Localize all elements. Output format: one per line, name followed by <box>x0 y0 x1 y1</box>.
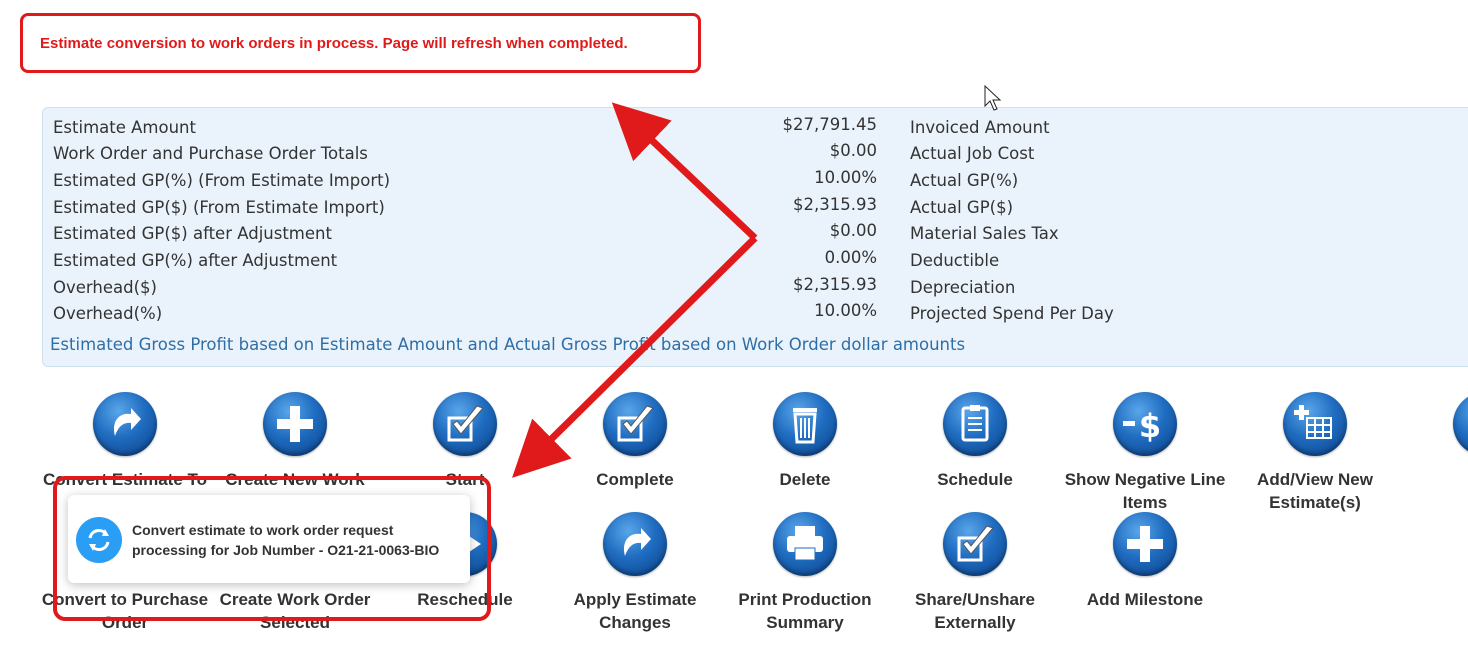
summary-right-label: Material Sales Tax <box>910 224 1059 243</box>
print-production-summary-label: Print Production Summary <box>738 590 872 632</box>
svg-text:$: $ <box>1139 407 1161 445</box>
share-unshare-externally-button[interactable]: Share/Unshare Externally <box>890 512 1060 634</box>
plus-icon <box>1113 512 1177 576</box>
checkmark-icon <box>433 392 497 456</box>
summary-note: Estimated Gross Profit based on Estimate… <box>50 335 966 354</box>
complete-label: Complete <box>596 470 674 489</box>
summary-right-label: Deductible <box>910 251 1000 270</box>
partial-action-label: Pr <box>1400 468 1468 491</box>
checkmark-icon <box>943 512 1007 576</box>
summary-value: $2,315.93 <box>793 275 877 294</box>
summary-right-label: Actual Job Cost <box>910 144 1035 163</box>
summary-right-label: Projected Spend Per Day <box>910 304 1114 323</box>
summary-right-label: Depreciation <box>910 278 1016 297</box>
summary-value: 10.00% <box>814 301 877 320</box>
summary-label: Work Order and Purchase Order Totals <box>53 144 368 163</box>
delete-button[interactable]: Delete <box>720 392 890 491</box>
apply-estimate-changes-label: Apply Estimate Changes <box>573 590 697 632</box>
refresh-icon <box>76 517 122 563</box>
apply-estimate-changes-button[interactable]: Apply Estimate Changes <box>550 512 720 634</box>
delete-label: Delete <box>779 470 831 489</box>
summary-value: $0.00 <box>829 141 877 160</box>
summary-label: Overhead($) <box>53 278 157 297</box>
minus-dollar-icon: $ <box>1113 392 1177 456</box>
printer-icon <box>773 512 837 576</box>
summary-value: 10.00% <box>814 168 877 187</box>
summary-value: $2,315.93 <box>793 195 877 214</box>
complete-button[interactable]: Complete <box>550 392 720 491</box>
redo-arrow-icon <box>603 512 667 576</box>
summary-label: Estimated GP(%) (From Estimate Import) <box>53 171 391 190</box>
show-negative-line-items-label: Show Negative Line Items <box>1064 470 1226 512</box>
toast-message: Convert estimate to work order request p… <box>132 522 440 558</box>
summary-label: Estimate Amount <box>53 118 196 137</box>
plus-icon <box>263 392 327 456</box>
summary-value: $0.00 <box>829 221 877 240</box>
add-view-new-estimates-button[interactable]: Add/View New Estimate(s) <box>1230 392 1400 514</box>
summary-label: Estimated GP($) after Adjustment <box>53 224 332 243</box>
conversion-alert: Estimate conversion to work orders in pr… <box>20 13 701 73</box>
summary-right-label: Invoiced Amount <box>910 118 1050 137</box>
summary-label: Estimated GP($) (From Estimate Import) <box>53 198 385 217</box>
redo-arrow-icon <box>93 392 157 456</box>
summary-label: Overhead(%) <box>53 304 163 323</box>
summary-right-label: Actual GP(%) <box>910 171 1019 190</box>
add-spreadsheet-icon <box>1283 392 1347 456</box>
summary-value: 0.00% <box>824 248 877 267</box>
schedule-label: Schedule <box>937 470 1013 489</box>
alert-message: Estimate conversion to work orders in pr… <box>40 35 628 52</box>
checkmark-icon <box>603 392 667 456</box>
share-unshare-externally-label: Share/Unshare Externally <box>915 590 1035 632</box>
partial-action-button[interactable]: Pr <box>1400 392 1468 491</box>
show-negative-line-items-button[interactable]: $ Show Negative Line Items <box>1060 392 1230 514</box>
clipboard-icon <box>943 392 1007 456</box>
add-milestone-button[interactable]: Add Milestone <box>1060 512 1230 611</box>
summary-right-label: Actual GP($) <box>910 198 1014 217</box>
schedule-button[interactable]: Schedule <box>890 392 1060 491</box>
print-production-summary-button[interactable]: Print Production Summary <box>720 512 890 634</box>
add-milestone-label: Add Milestone <box>1086 590 1204 609</box>
add-view-new-estimates-label: Add/View New Estimate(s) <box>1257 470 1373 512</box>
document-icon <box>1453 392 1468 456</box>
conversion-toast: Convert estimate to work order request p… <box>68 495 470 583</box>
summary-label: Estimated GP(%) after Adjustment <box>53 251 338 270</box>
summary-value: $27,791.45 <box>782 115 877 134</box>
trash-icon <box>773 392 837 456</box>
